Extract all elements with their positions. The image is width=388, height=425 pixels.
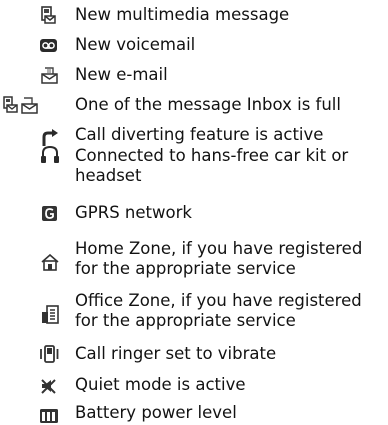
multimedia-message-icon	[39, 5, 61, 25]
entry-text: Call ringer set to vibrate	[75, 344, 277, 363]
list-item-voicemail: New voicemail	[0, 34, 388, 56]
quiet-mode-icon	[38, 376, 60, 396]
home-zone-icon	[39, 252, 61, 272]
entry-text-line2: for the appropriate service	[75, 311, 296, 330]
email-icon	[39, 65, 61, 85]
entry-text: Quiet mode is active	[75, 375, 246, 394]
inbox-full-icon	[2, 95, 46, 115]
entry-text: New voicemail	[75, 35, 196, 54]
entry-text-line2: headset	[75, 166, 142, 185]
list-item-quiet-mode: Quiet mode is active	[0, 374, 388, 396]
entry-text-line2: for the appropriate service	[75, 259, 296, 278]
vibrate-icon	[38, 344, 60, 364]
list-item-office-zone: Office Zone, if you have registered for …	[0, 290, 388, 334]
list-item-call-divert: Call diverting feature is active	[0, 124, 388, 146]
list-item-home-zone: Home Zone, if you have registered for th…	[0, 238, 388, 282]
entry-text-line1: Connected to hans-free car kit or	[75, 146, 349, 165]
entry-text: One of the message Inbox is full	[75, 95, 341, 114]
voicemail-icon	[38, 36, 60, 56]
list-item-multimedia-message: New multimedia message	[0, 4, 388, 26]
office-zone-icon	[39, 304, 61, 324]
list-item-battery: Battery power level	[0, 402, 388, 424]
entry-text: GPRS network	[75, 203, 192, 222]
list-item-email: New e-mail	[0, 64, 388, 86]
list-item-inbox-full: One of the message Inbox is full	[0, 94, 388, 116]
entry-text-line1: Office Zone, if you have registered	[75, 291, 362, 310]
entry-text: Call diverting feature is active	[75, 125, 324, 144]
entry-text: New e-mail	[75, 65, 168, 84]
list-item-vibrate: Call ringer set to vibrate	[0, 343, 388, 365]
headset-icon	[39, 145, 61, 165]
battery-icon	[38, 405, 60, 425]
list-item-gprs: GPRS network	[0, 202, 388, 224]
entry-text-line1: Home Zone, if you have registered	[75, 239, 363, 258]
call-divert-icon	[39, 127, 61, 147]
list-item-headset: Connected to hans-free car kit or headse…	[0, 145, 388, 189]
entry-text: Battery power level	[75, 403, 237, 422]
gprs-icon	[39, 204, 61, 224]
entry-text: New multimedia message	[75, 5, 290, 24]
